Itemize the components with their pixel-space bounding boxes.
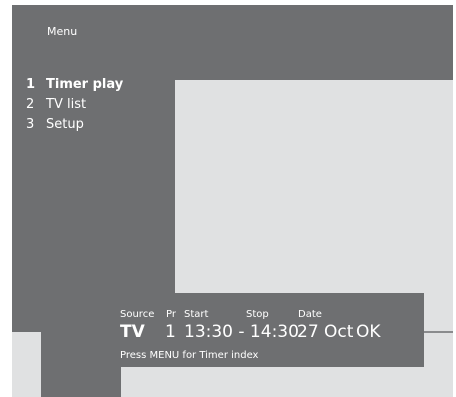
menu-panel (12, 5, 175, 332)
timer-panel-lower-area (121, 367, 424, 397)
ok-button[interactable]: OK (356, 322, 381, 342)
menu-item-label: TV list (46, 97, 87, 112)
menu-item-label: Setup (46, 117, 84, 132)
source-value: TV (120, 322, 145, 342)
date-value: 27 Oct (297, 322, 354, 342)
tv-menu-screen: Menu 1 Timer play 2 TV list 3 Setup Sour… (0, 0, 456, 397)
menu-title: Menu (47, 25, 78, 38)
menu-hint-text: Press MENU for Timer index (120, 350, 259, 361)
menu-item-timer-play[interactable]: 1 Timer play (26, 77, 123, 97)
menu-list: 1 Timer play 2 TV list 3 Setup (26, 77, 123, 137)
time-range-value: 13:30 - 14:30 (184, 322, 299, 342)
program-header: Pr (166, 309, 176, 320)
menu-item-number: 3 (26, 117, 35, 132)
program-value: 1 (165, 322, 176, 342)
menu-item-number: 2 (26, 97, 35, 112)
menu-item-label: Timer play (46, 77, 124, 92)
menu-item-setup[interactable]: 3 Setup (26, 117, 123, 137)
divider-line (424, 331, 453, 333)
menu-header-band (175, 5, 453, 80)
menu-item-number: 1 (26, 77, 36, 92)
stop-header: Stop (246, 309, 269, 320)
start-header: Start (184, 309, 209, 320)
source-header: Source (120, 309, 155, 320)
menu-item-tv-list[interactable]: 2 TV list (26, 97, 123, 117)
date-header: Date (298, 309, 322, 320)
